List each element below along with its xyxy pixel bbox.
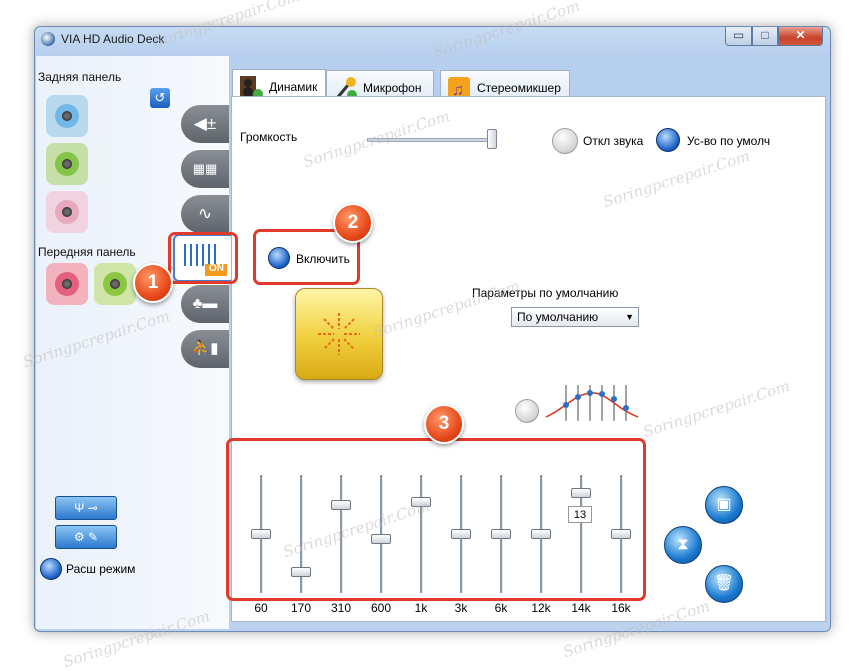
volume-slider-thumb[interactable] — [486, 129, 497, 149]
eq-band-label: 6k — [494, 601, 508, 615]
eq-curve-icon — [545, 385, 639, 421]
speaker-config-icon[interactable]: ▦▦ — [181, 150, 229, 188]
window-title: VIA HD Audio Deck — [61, 32, 165, 46]
eq-band-label: 600 — [370, 601, 392, 615]
mute-radio[interactable] — [552, 128, 578, 154]
close-button[interactable]: ✕ — [778, 27, 823, 46]
eq-band-label: 310 — [330, 601, 352, 615]
advanced-mode-label: Расш режим — [66, 562, 136, 576]
volume-slider-track[interactable] — [367, 138, 497, 142]
eq-toggle-button[interactable] — [295, 288, 383, 380]
chevron-down-icon: ▼ — [625, 312, 634, 322]
eq-preset-value: По умолчанию — [517, 310, 599, 324]
back-jack-pink[interactable] — [46, 191, 88, 233]
defaults-label: Параметры по умолчанию — [472, 286, 619, 300]
back-jack-green[interactable] — [46, 143, 88, 185]
eq-band-label: 1k — [414, 601, 428, 615]
sidebar: Задняя панель ↺ Передняя панель ◀± ▦▦ ∿ … — [36, 56, 235, 629]
eq-band-label: 14k — [571, 601, 591, 615]
front-jack-green[interactable] — [94, 263, 136, 305]
front-jack-pink[interactable] — [46, 263, 88, 305]
flatten-eq-icon[interactable]: ⧗ — [664, 526, 702, 564]
callout-2: 2 — [333, 203, 373, 243]
speaker-volume-icon[interactable]: ◀± — [181, 105, 229, 143]
room-correction-icon[interactable]: ⛹▮ — [181, 330, 229, 368]
advanced-mode-radio[interactable] — [40, 558, 62, 580]
eq-band-label: 16k — [611, 601, 631, 615]
minimize-button[interactable]: ▭ — [725, 27, 752, 46]
app-icon — [41, 32, 55, 46]
callout-1: 1 — [133, 263, 173, 303]
default-device-radio[interactable] — [656, 128, 680, 152]
back-jack-blue[interactable] — [46, 95, 88, 137]
mute-label: Откл звука — [583, 134, 644, 148]
back-panel-label: Задняя панель — [38, 70, 122, 84]
highlight-eq-category — [168, 232, 238, 284]
highlight-eq-sliders — [226, 438, 646, 601]
maximize-button[interactable]: □ — [752, 27, 778, 46]
save-preset-icon[interactable]: ▣ — [705, 486, 743, 524]
eq-band-label: 3k — [454, 601, 468, 615]
delete-preset-icon[interactable]: 🗑 — [705, 565, 743, 603]
eq-band-label: 12k — [531, 601, 551, 615]
burst-icon — [318, 313, 360, 355]
default-device-label: Ус-во по умолч — [687, 134, 771, 148]
front-panel-label: Передняя панель — [38, 245, 136, 259]
callout-3: 3 — [424, 404, 464, 444]
eq-band-label: 170 — [290, 601, 312, 615]
eq-curve-radio[interactable] — [515, 399, 539, 423]
environment-icon[interactable]: ♣▬ — [181, 285, 229, 323]
reset-icon[interactable]: ↺ — [150, 88, 170, 108]
title-bar[interactable]: VIA HD Audio Deck ▭ □ ✕ — [35, 27, 830, 53]
eq-band-label: 60 — [254, 601, 268, 615]
volume-label: Громкость — [240, 130, 298, 144]
eq-preset-dropdown[interactable]: По умолчанию ▼ — [511, 307, 639, 327]
connector-settings-button[interactable]: Ψ ⊸ — [55, 496, 117, 520]
waveform-icon[interactable]: ∿ — [181, 195, 229, 233]
info-tools-button[interactable]: ⚙ ✎ — [55, 525, 117, 549]
